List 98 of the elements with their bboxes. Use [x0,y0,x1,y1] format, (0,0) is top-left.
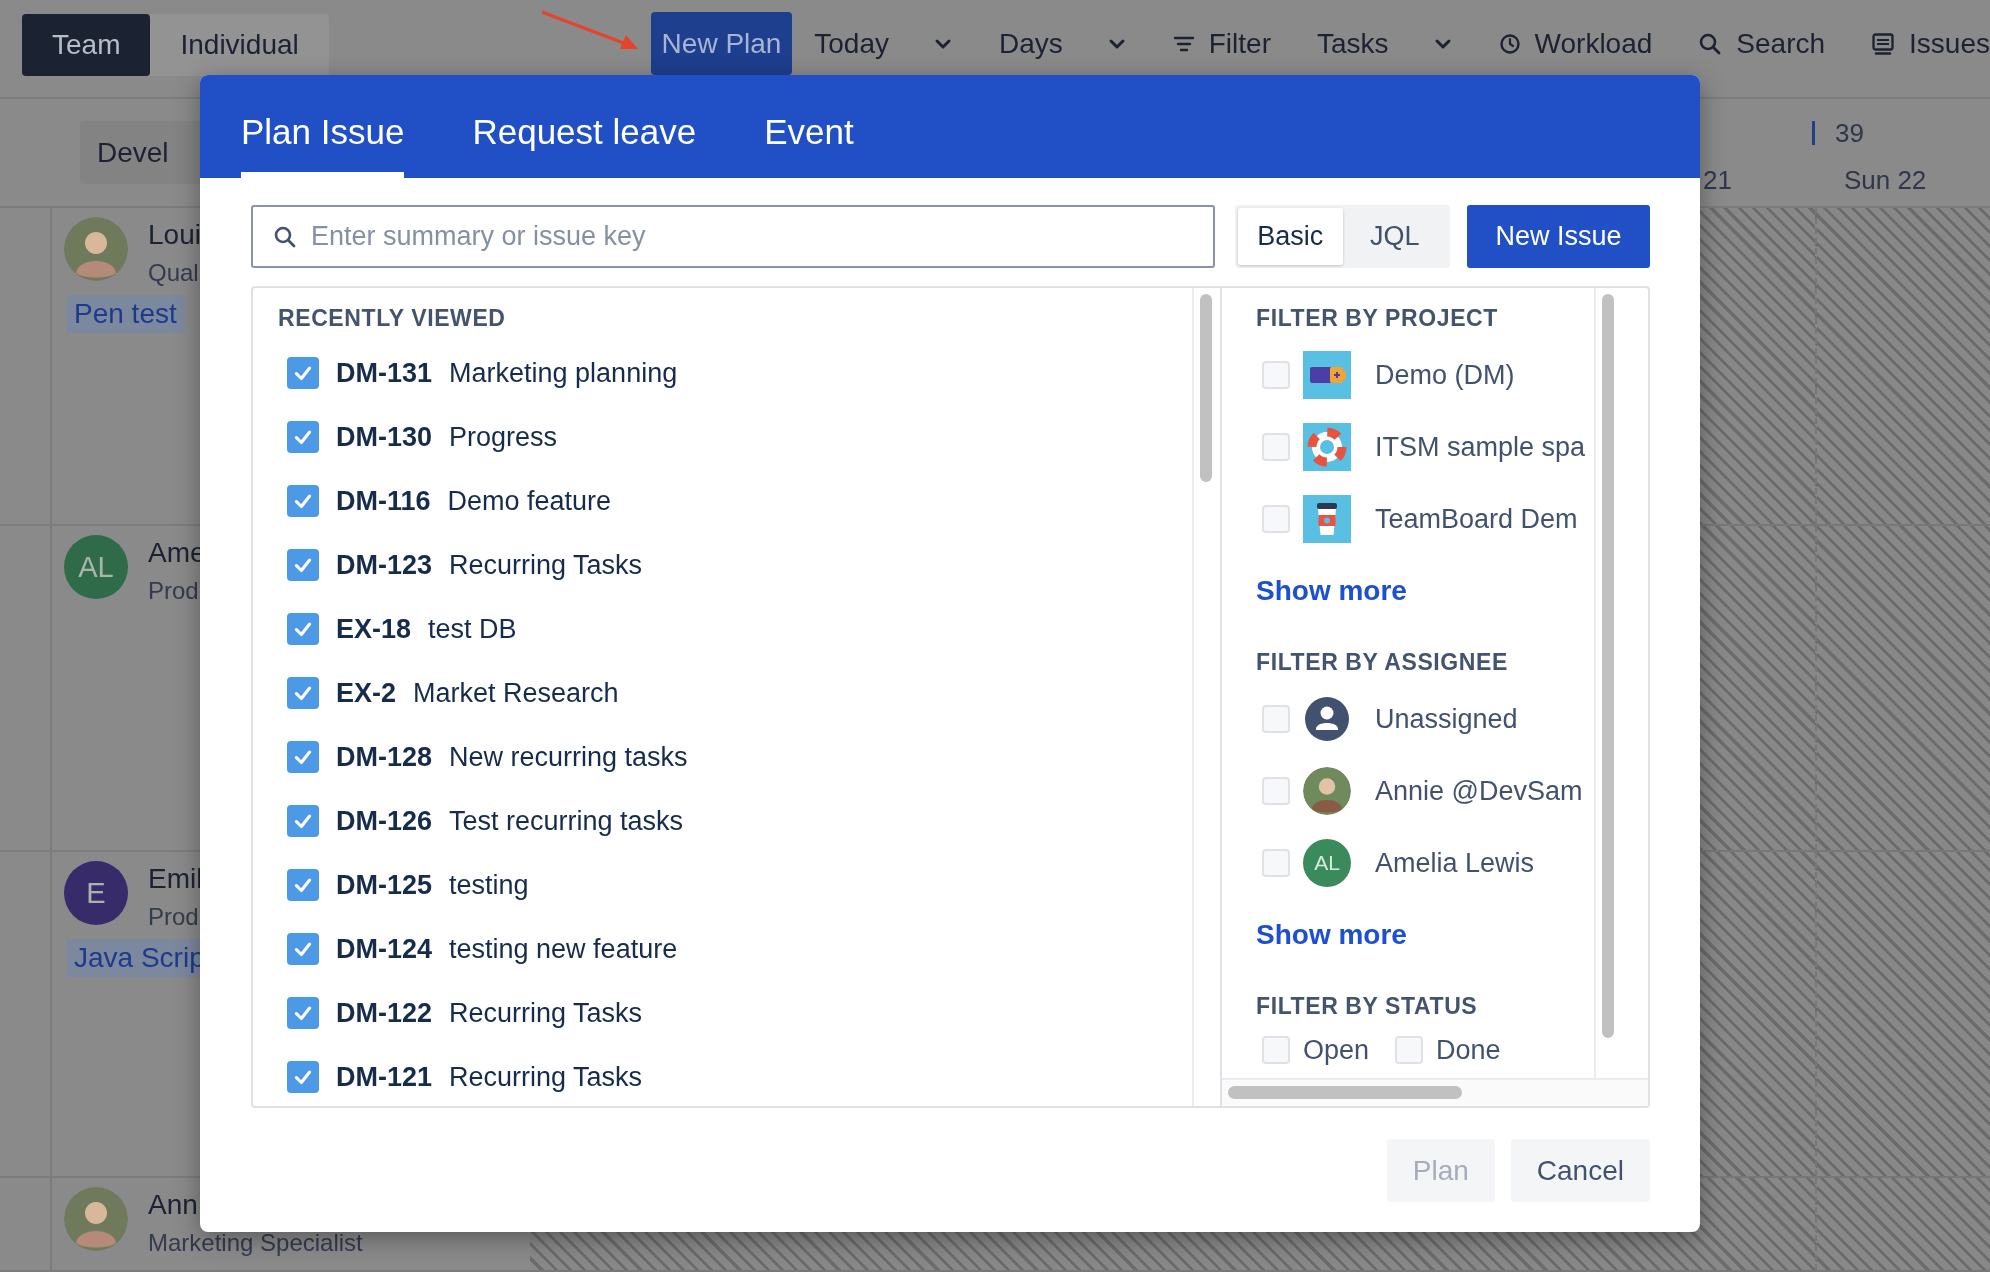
new-issue-button[interactable]: New Issue [1467,205,1650,268]
issue-key: DM-131 [336,357,433,389]
avatar [64,217,128,281]
scrollbar-thumb[interactable] [1200,294,1212,482]
person-role: Qual [148,259,200,287]
issue-summary: Recurring Tasks [449,1061,643,1093]
dialog-tab[interactable]: Event [764,112,854,178]
search-icon [273,224,297,249]
avatar [1303,767,1351,815]
monitor-icon [1871,31,1896,56]
toolbar-button[interactable]: Workload [1498,27,1653,60]
avatar: E [64,861,128,925]
dropdown-button[interactable]: Tasks [1317,27,1453,60]
issue-summary: Recurring Tasks [449,997,643,1029]
scrollbar-thumb[interactable] [1228,1086,1462,1099]
issue-summary: Test recurring tasks [449,805,684,837]
issue-key: DM-125 [336,869,433,901]
filter-option-label: Amelia Lewis [1375,847,1535,879]
issue-summary: Demo feature [447,485,612,517]
person-name: Loui [148,219,201,251]
battery-icon [1303,351,1351,399]
issue-key: EX-2 [336,677,397,709]
filter-option-label: Annie @DevSam [1375,775,1583,807]
clock-icon [1498,32,1521,55]
toolbar-button[interactable]: Issues [1871,27,1990,60]
checkbox[interactable] [287,805,319,837]
mode-tab[interactable]: Basic [1238,208,1343,265]
filter-option-label: Done [1436,1034,1501,1066]
issue-key: DM-124 [336,933,433,965]
mode-tab[interactable]: JQL [1342,208,1447,265]
view-toggle-tab[interactable]: Individual [150,13,329,76]
dialog-tab[interactable]: Request leave [472,112,697,178]
toolbar-button[interactable]: Filter [1172,27,1271,60]
filter-option-label: Open [1303,1034,1370,1066]
person-role: Marketing Specialist [148,1229,363,1257]
section-heading: FILTER BY ASSIGNEE [1256,648,1509,677]
day-label: 21 [1703,165,1732,196]
search-field[interactable]: Enter summary or issue key [251,205,1215,268]
issue-key: DM-121 [336,1061,433,1093]
checkbox[interactable] [287,421,319,453]
issue-key: DM-123 [336,549,433,581]
day-label: Sun 22 [1843,165,1927,196]
toolbar-button[interactable]: Search [1698,27,1826,60]
checkbox[interactable] [287,613,319,645]
filter-icon [1172,34,1195,53]
cup-icon [1303,495,1351,543]
checkbox[interactable] [287,549,319,581]
issue-summary: Marketing planning [449,357,678,389]
issue-summary: testing [449,869,529,901]
checkbox[interactable] [287,869,319,901]
issue-summary: test DB [428,613,517,645]
issue-summary: Recurring Tasks [449,549,643,581]
filter-option-label: Demo (DM) [1375,359,1515,391]
action-button[interactable]: Cancel [1510,1139,1650,1202]
issue-key: DM-122 [336,997,433,1029]
checkbox[interactable] [287,741,319,773]
group-button[interactable]: Devel [80,121,200,184]
person-role: Prod [148,577,200,605]
issue-summary: Market Research [413,677,619,709]
section-heading: FILTER BY PROJECT [1256,304,1499,333]
section-heading: RECENTLY VIEWED [278,304,507,333]
filter-option-label: ITSM sample spa [1375,431,1586,463]
user-icon [1303,695,1351,743]
filter-option-label: Unassigned [1375,703,1518,735]
issue-key: EX-18 [336,613,412,645]
issue-key: DM-128 [336,741,433,773]
issue-key: DM-130 [336,421,433,453]
avatar: AL [1303,839,1351,887]
person-role: Prod [148,903,200,931]
filter-option-label: TeamBoard Dem [1375,503,1578,535]
skill-tag: Pen test [66,295,185,333]
checkbox[interactable] [287,933,319,965]
checkbox[interactable] [287,997,319,1029]
avatar [64,1187,128,1251]
section-heading: FILTER BY STATUS [1256,992,1479,1021]
new-plan-button[interactable]: New Plan [650,12,793,75]
search-icon [1698,31,1723,56]
avatar: AL [64,535,128,599]
issue-key: DM-116 [336,485,431,517]
issue-summary: New recurring tasks [449,741,688,773]
issue-summary: testing new feature [449,933,678,965]
checkbox[interactable] [287,1061,319,1093]
dropdown-button[interactable]: Days [998,27,1127,60]
view-toggle-tab[interactable]: Team [22,13,151,76]
show-more-link[interactable]: Show more [1256,575,1407,607]
scrollbar-thumb[interactable] [1602,294,1614,1038]
week-number: 39 [1835,117,1864,149]
show-more-link[interactable]: Show more [1256,919,1407,951]
dialog-tab[interactable]: Plan Issue [241,112,405,178]
person-name: Ann [148,1189,199,1221]
search-input[interactable]: Enter summary or issue key [309,220,1213,253]
checkbox[interactable] [287,485,319,517]
checkbox[interactable] [287,677,319,709]
dropdown-button[interactable]: Today [814,27,953,60]
issue-key: DM-126 [336,805,433,837]
lifebuoy-icon [1303,423,1351,471]
checkbox[interactable] [287,357,319,389]
issue-summary: Progress [449,421,558,453]
